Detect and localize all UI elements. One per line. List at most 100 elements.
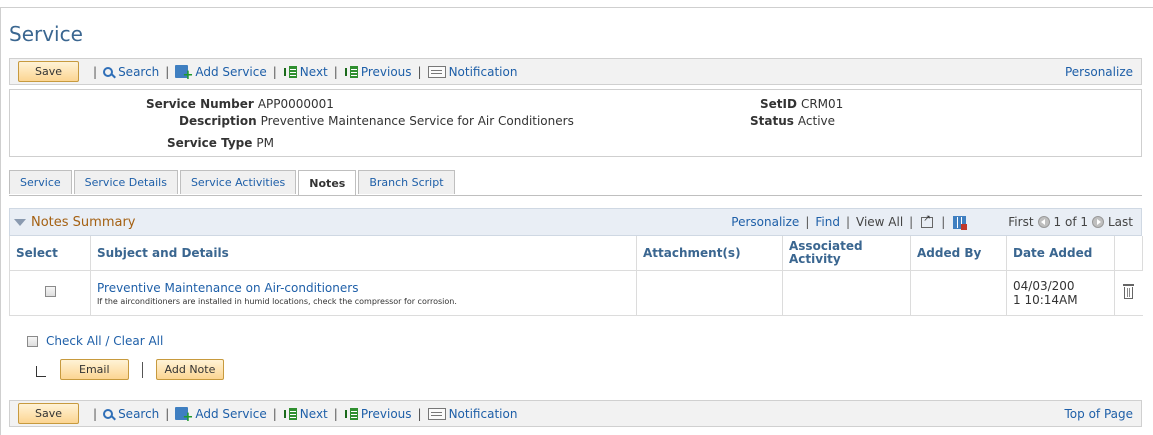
notification-icon — [427, 65, 446, 78]
row-added-by-cell — [910, 270, 1007, 316]
tab-service-activities[interactable]: Service Activities — [179, 170, 297, 194]
grid-first-label: First — [1008, 215, 1034, 229]
add-service-link[interactable]: Add Service — [175, 64, 267, 83]
collapse-triangle-icon[interactable] — [14, 218, 26, 226]
search-label: Search — [118, 406, 160, 421]
add-icon — [175, 407, 193, 425]
add-service-label: Add Service — [195, 64, 267, 79]
note-subject-link[interactable]: Preventive Maintenance on Air-conditione… — [97, 281, 630, 295]
next-row-icon[interactable] — [1092, 216, 1104, 228]
grid-personalize-link[interactable]: Personalize — [731, 215, 799, 229]
service-header: Service Number APP0000001 Description Prev… — [9, 89, 1142, 157]
setid-label: SetID — [760, 97, 797, 111]
column-header-delete — [1114, 236, 1143, 271]
check-all-checkbox[interactable] — [27, 335, 38, 347]
search-link-bottom[interactable]: Search — [103, 407, 159, 421]
separator: | — [333, 64, 338, 79]
notification-link-bottom[interactable]: Notification — [427, 407, 517, 421]
grid-view-all-link[interactable]: View All — [856, 215, 903, 229]
row-select-checkbox[interactable] — [44, 286, 56, 297]
service-number-field: Service Number APP0000001 — [146, 97, 334, 111]
setid-field: SetID CRM01 — [760, 97, 843, 111]
service-type-value: PM — [256, 136, 274, 150]
column-header-added-by: Added By — [910, 236, 1007, 271]
bottom-toolbar: Save | Search | Add Service | Next | Pre… — [9, 400, 1142, 427]
tab-branch-script[interactable]: Branch Script — [358, 170, 455, 194]
tab-service[interactable]: Service — [9, 170, 72, 194]
save-button[interactable]: Save — [18, 61, 80, 82]
add-note-button[interactable]: Add Note — [155, 359, 225, 380]
description-value: Preventive Maintenance Service for Air C… — [260, 114, 574, 128]
date-added-line2: 1 10:14AM — [1013, 293, 1078, 307]
status-field: Status Active — [750, 114, 835, 128]
service-number-label: Service Number — [146, 97, 254, 111]
previous-icon — [344, 65, 358, 78]
separator: | — [165, 406, 170, 421]
zoom-icon[interactable] — [921, 214, 934, 228]
page-title: Service — [9, 22, 83, 46]
add-icon — [175, 65, 193, 83]
grid-title: Notes Summary — [31, 214, 136, 230]
next-link-bottom[interactable]: Next — [283, 407, 328, 421]
separator: | — [93, 406, 98, 421]
previous-link[interactable]: Previous — [344, 65, 412, 79]
add-service-label: Add Service — [195, 406, 267, 421]
separator: | — [93, 64, 98, 79]
action-separator — [141, 361, 143, 378]
previous-label: Previous — [360, 406, 412, 421]
download-grid-icon[interactable] — [953, 215, 968, 230]
service-type-field: Service Type PM — [167, 136, 274, 150]
notification-link[interactable]: Notification — [427, 64, 518, 79]
grid-find-link[interactable]: Find — [815, 215, 840, 229]
previous-link-bottom[interactable]: Previous — [344, 407, 412, 421]
column-header-attachments: Attachment(s) — [636, 236, 783, 271]
grid-last-label: Last — [1108, 215, 1133, 229]
separator: | — [333, 406, 338, 421]
status-value: Active — [797, 114, 836, 128]
separator: | — [941, 215, 946, 229]
frame-border-left — [0, 7, 1, 435]
previous-label: Previous — [360, 64, 412, 79]
notification-label: Notification — [448, 64, 518, 79]
previous-row-icon[interactable] — [1037, 216, 1050, 228]
add-service-link-bottom[interactable]: Add Service — [175, 406, 267, 425]
column-header-activity: Associated Activity — [782, 236, 911, 271]
notes-table: Select Subject and Details Attachment(s)… — [9, 236, 1143, 316]
search-link[interactable]: Search — [103, 65, 159, 79]
save-button-bottom[interactable]: Save — [18, 403, 80, 424]
tab-notes[interactable]: Notes — [298, 170, 357, 196]
search-label: Search — [118, 64, 160, 79]
row-delete-cell — [1114, 270, 1143, 316]
row-attachment-cell — [636, 270, 783, 316]
top-toolbar: Save | Search | Add Service | Next | Pre… — [9, 58, 1142, 85]
service-number-value: APP0000001 — [257, 97, 334, 111]
tab-underline — [9, 195, 1142, 196]
notes-summary-grid: Notes Summary Personalize | Find | View … — [9, 208, 1143, 316]
separator: | — [417, 406, 422, 421]
separator: | — [165, 64, 170, 79]
email-button[interactable]: Email — [60, 359, 129, 380]
grid-page-range: 1 of 1 — [1053, 215, 1088, 229]
personalize-link[interactable]: Personalize — [1065, 65, 1133, 79]
service-type-label: Service Type — [167, 136, 253, 150]
table-header-row: Select Subject and Details Attachment(s)… — [9, 236, 1143, 271]
check-all-link[interactable]: Check All / Clear All — [46, 334, 163, 348]
previous-icon — [344, 407, 358, 420]
table-row: Preventive Maintenance on Air-conditione… — [9, 270, 1143, 316]
notification-icon — [427, 407, 446, 420]
top-of-page-link[interactable]: Top of Page — [1065, 407, 1134, 421]
check-all-control: Check All / Clear All — [27, 334, 163, 348]
column-header-select: Select — [9, 236, 91, 271]
status-label: Status — [750, 114, 794, 128]
row-date-cell: 04/03/200 1 10:14AM — [1006, 270, 1115, 316]
next-icon — [283, 65, 297, 78]
column-header-date-added: Date Added — [1006, 236, 1115, 271]
delete-row-icon[interactable] — [1123, 284, 1135, 299]
date-added-line1: 04/03/200 — [1013, 279, 1075, 293]
indent-corner — [36, 366, 46, 377]
separator: | — [272, 64, 277, 79]
grid-header-bar: Notes Summary Personalize | Find | View … — [9, 208, 1142, 236]
search-icon — [103, 66, 114, 77]
tab-service-details[interactable]: Service Details — [73, 170, 178, 194]
next-link[interactable]: Next — [283, 65, 328, 79]
